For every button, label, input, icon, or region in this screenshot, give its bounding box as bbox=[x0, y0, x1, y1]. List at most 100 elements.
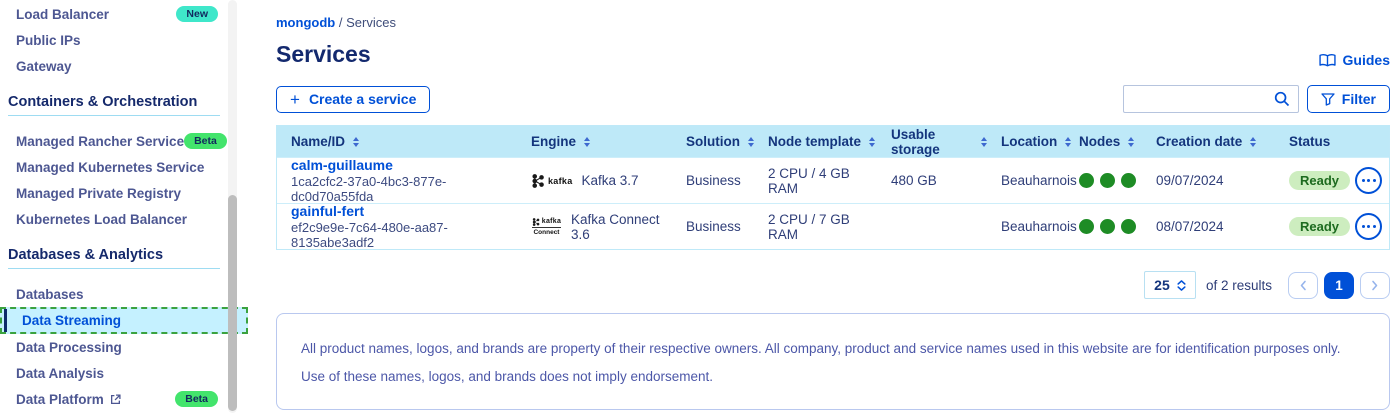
column-header-engine[interactable]: Engine bbox=[517, 126, 672, 157]
sidebar-item-data-processing[interactable]: Data Processing bbox=[0, 334, 248, 360]
sidebar-item-load-balancer[interactable]: Load Balancer New bbox=[0, 1, 248, 27]
filter-button[interactable]: Filter bbox=[1307, 85, 1390, 113]
funnel-icon bbox=[1321, 93, 1335, 106]
status-cell: Ready bbox=[1275, 204, 1347, 250]
sidebar-item-label: Data Streaming bbox=[22, 313, 121, 328]
node-status-dot bbox=[1079, 173, 1094, 188]
column-header-name-id[interactable]: Name/ID bbox=[277, 126, 517, 157]
services-table: Name/ID Engine Solution Node template Us… bbox=[276, 125, 1390, 250]
page-1-button[interactable]: 1 bbox=[1324, 272, 1354, 299]
sidebar-item-data-analysis[interactable]: Data Analysis bbox=[0, 360, 248, 386]
node-template-cell: 2 CPU / 7 GB RAM bbox=[754, 204, 877, 250]
sidebar-item-label: Managed Rancher Service bbox=[16, 134, 184, 149]
engine-label: Kafka Connect 3.6 bbox=[571, 212, 672, 242]
select-chevrons-icon bbox=[1177, 280, 1186, 291]
column-header-usable-storage[interactable]: Usable storage bbox=[877, 126, 987, 157]
status-badge: Ready bbox=[1289, 171, 1350, 190]
creation-date-cell: 08/07/2024 bbox=[1142, 204, 1275, 250]
engine-cell: kafka Connect Kafka Connect 3.6 bbox=[517, 204, 672, 250]
sidebar-item-databases[interactable]: Databases bbox=[0, 281, 248, 307]
beta-badge: Beta bbox=[184, 133, 227, 150]
node-status-dot bbox=[1079, 219, 1094, 234]
sidebar-item-managed-private-registry[interactable]: Managed Private Registry bbox=[0, 180, 248, 206]
actions-cell bbox=[1347, 204, 1389, 250]
sort-icon[interactable] bbox=[1128, 137, 1134, 147]
search-icon[interactable] bbox=[1274, 91, 1290, 107]
sidebar-item-kubernetes-load-balancer[interactable]: Kubernetes Load Balancer bbox=[0, 206, 248, 232]
node-template-cell: 2 CPU / 4 GB RAM bbox=[754, 158, 877, 204]
page-title: Services bbox=[276, 41, 371, 68]
breadcrumb-current: Services bbox=[346, 15, 396, 30]
column-header-node-template[interactable]: Node template bbox=[754, 126, 877, 157]
sidebar-item-label: Managed Kubernetes Service bbox=[16, 160, 204, 175]
book-icon bbox=[1319, 53, 1336, 68]
sidebar-item-data-streaming[interactable]: Data Streaming bbox=[0, 307, 248, 334]
sidebar-item-label: Gateway bbox=[16, 59, 72, 74]
trademark-disclaimer: All product names, logos, and brands are… bbox=[276, 313, 1390, 410]
row-actions-menu-button[interactable] bbox=[1355, 213, 1382, 240]
column-header-solution[interactable]: Solution bbox=[672, 126, 754, 157]
column-header-nodes[interactable]: Nodes bbox=[1065, 126, 1142, 157]
node-status-dot bbox=[1121, 173, 1136, 188]
name-id-cell: gainful-fert ef2c9e9e-7c64-480e-aa87-813… bbox=[277, 204, 517, 250]
sidebar-scrollbar-thumb[interactable] bbox=[228, 195, 237, 411]
sort-icon[interactable] bbox=[869, 137, 875, 147]
search-box bbox=[1123, 85, 1299, 113]
column-header-location[interactable]: Location bbox=[987, 126, 1065, 157]
sidebar-item-label: Data Platform bbox=[16, 392, 104, 407]
plus-icon: + bbox=[290, 91, 300, 108]
results-count: of 2 results bbox=[1206, 278, 1272, 293]
guides-link[interactable]: Guides bbox=[1319, 52, 1390, 68]
sort-icon[interactable] bbox=[1250, 137, 1256, 147]
location-cell: Beauharnois bbox=[987, 158, 1065, 204]
sidebar-item-label: Kubernetes Load Balancer bbox=[16, 212, 187, 227]
sidebar-heading-containers: Containers & Orchestration bbox=[0, 88, 248, 115]
sidebar-item-gateway[interactable]: Gateway bbox=[0, 53, 248, 79]
section-divider bbox=[8, 268, 220, 269]
nodes-cell bbox=[1065, 204, 1142, 250]
actions-cell bbox=[1347, 158, 1389, 204]
creation-date-cell: 09/07/2024 bbox=[1142, 158, 1275, 204]
node-status-dot bbox=[1121, 219, 1136, 234]
sidebar: Load Balancer New Public IPs Gateway Con… bbox=[0, 0, 248, 413]
sidebar-item-label: Load Balancer bbox=[16, 7, 109, 22]
service-name-link[interactable]: calm-guillaume bbox=[291, 158, 393, 173]
sidebar-item-managed-rancher-service[interactable]: Managed Rancher Service Beta bbox=[0, 128, 248, 154]
kafka-connect-logo-icon: kafka Connect bbox=[531, 218, 562, 236]
create-service-button[interactable]: + Create a service bbox=[276, 86, 430, 113]
row-actions-menu-button[interactable] bbox=[1355, 167, 1382, 194]
column-header-actions bbox=[1347, 126, 1389, 157]
breadcrumb-parent-link[interactable]: mongodb bbox=[276, 15, 335, 30]
sidebar-item-label: Data Processing bbox=[16, 340, 122, 355]
column-header-creation-date[interactable]: Creation date bbox=[1142, 126, 1275, 157]
external-link-icon bbox=[110, 394, 121, 405]
sidebar-item-public-ips[interactable]: Public IPs bbox=[0, 27, 248, 53]
search-input[interactable] bbox=[1130, 92, 1274, 107]
beta-badge: Beta bbox=[175, 391, 218, 408]
breadcrumb-separator: / bbox=[339, 15, 343, 30]
page-size-select[interactable]: 25 bbox=[1144, 271, 1196, 299]
node-status-dot bbox=[1100, 173, 1115, 188]
next-page-button[interactable] bbox=[1360, 272, 1390, 299]
nodes-cell bbox=[1065, 158, 1142, 204]
sidebar-item-label: Public IPs bbox=[16, 33, 81, 48]
sort-icon[interactable] bbox=[584, 137, 590, 147]
usable-storage-cell bbox=[877, 204, 987, 250]
sidebar-item-label: Databases bbox=[16, 287, 84, 302]
solution-cell: Business bbox=[672, 158, 754, 204]
main-content: mongodb / Services Services Guides + Cre… bbox=[248, 0, 1400, 413]
service-id: 1ca2cfc2-37a0-4bc3-877e-dc0d70a55fda bbox=[291, 175, 517, 204]
sidebar-item-managed-kubernetes-service[interactable]: Managed Kubernetes Service bbox=[0, 154, 248, 180]
engine-label: Kafka 3.7 bbox=[582, 173, 639, 188]
breadcrumb: mongodb / Services bbox=[276, 15, 1390, 30]
sort-icon[interactable] bbox=[353, 137, 359, 147]
previous-page-button[interactable] bbox=[1288, 272, 1318, 299]
service-name-link[interactable]: gainful-fert bbox=[291, 204, 364, 219]
new-badge: New bbox=[176, 6, 218, 23]
engine-cell: kafka Kafka 3.7 bbox=[517, 158, 672, 204]
sidebar-item-data-platform[interactable]: Data Platform Beta bbox=[0, 386, 248, 412]
usable-storage-cell: 480 GB bbox=[877, 158, 987, 204]
pagination: 25 of 2 results 1 bbox=[276, 271, 1390, 299]
status-cell: Ready bbox=[1275, 158, 1347, 204]
service-id: ef2c9e9e-7c64-480e-aa87-8135abe3adf2 bbox=[291, 221, 517, 250]
